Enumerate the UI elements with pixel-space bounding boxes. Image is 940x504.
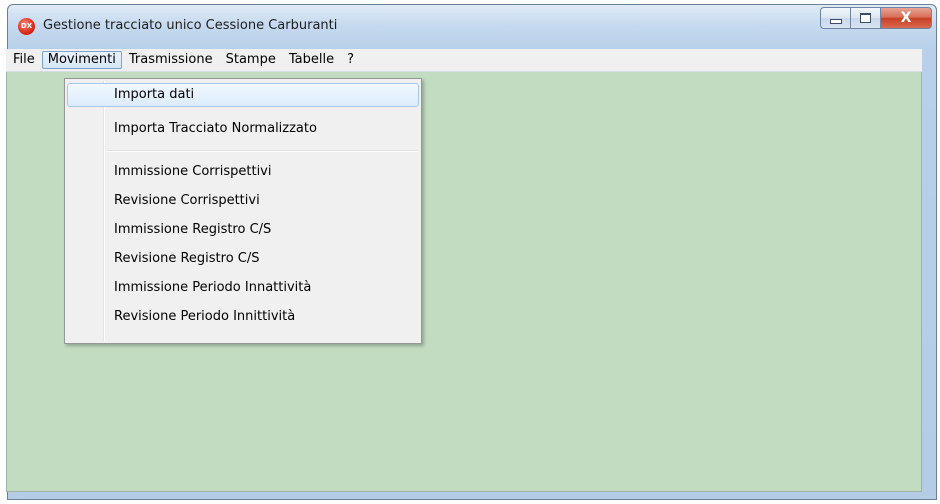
- menu-tabelle[interactable]: Tabelle: [283, 51, 340, 69]
- menu-help[interactable]: ?: [341, 51, 360, 69]
- menu-file[interactable]: File: [7, 51, 41, 69]
- maximize-button[interactable]: [850, 7, 880, 29]
- menu-item-importa-tracciato[interactable]: Importa Tracciato Normalizzato: [67, 117, 419, 141]
- menu-trasmissione[interactable]: Trasmissione: [123, 51, 219, 69]
- menu-item-revisione-registro[interactable]: Revisione Registro C/S: [67, 247, 419, 271]
- menu-stampe[interactable]: Stampe: [220, 51, 282, 69]
- close-icon: X: [900, 10, 912, 26]
- menu-item-revisione-corrispettivi[interactable]: Revisione Corrispettivi: [67, 189, 419, 213]
- minimize-button[interactable]: [820, 7, 850, 29]
- app-icon[interactable]: DX: [18, 18, 35, 35]
- menu-item-immissione-registro[interactable]: Immissione Registro C/S: [67, 218, 419, 242]
- minimize-icon: [829, 18, 842, 24]
- menu-separator: [107, 150, 417, 152]
- title-bar[interactable]: DX Gestione tracciato unico Cessione Car…: [8, 5, 936, 49]
- menu-item-revisione-periodo[interactable]: Revisione Periodo Innittività: [67, 305, 419, 329]
- menu-item-importa-dati[interactable]: Importa dati: [67, 83, 419, 107]
- maximize-icon: [860, 13, 871, 23]
- movimenti-dropdown: Importa dati Importa Tracciato Normalizz…: [64, 78, 422, 344]
- caption-buttons: X: [820, 7, 932, 31]
- menu-bar: File Movimenti Trasmissione Stampe Tabel…: [6, 49, 922, 72]
- window-title: Gestione tracciato unico Cessione Carbur…: [43, 18, 338, 33]
- menu-movimenti[interactable]: Movimenti: [41, 51, 122, 69]
- menu-item-immissione-corrispettivi[interactable]: Immissione Corrispettivi: [67, 160, 419, 184]
- close-button[interactable]: X: [880, 7, 932, 29]
- menu-item-immissione-periodo[interactable]: Immissione Periodo Innattività: [67, 276, 419, 300]
